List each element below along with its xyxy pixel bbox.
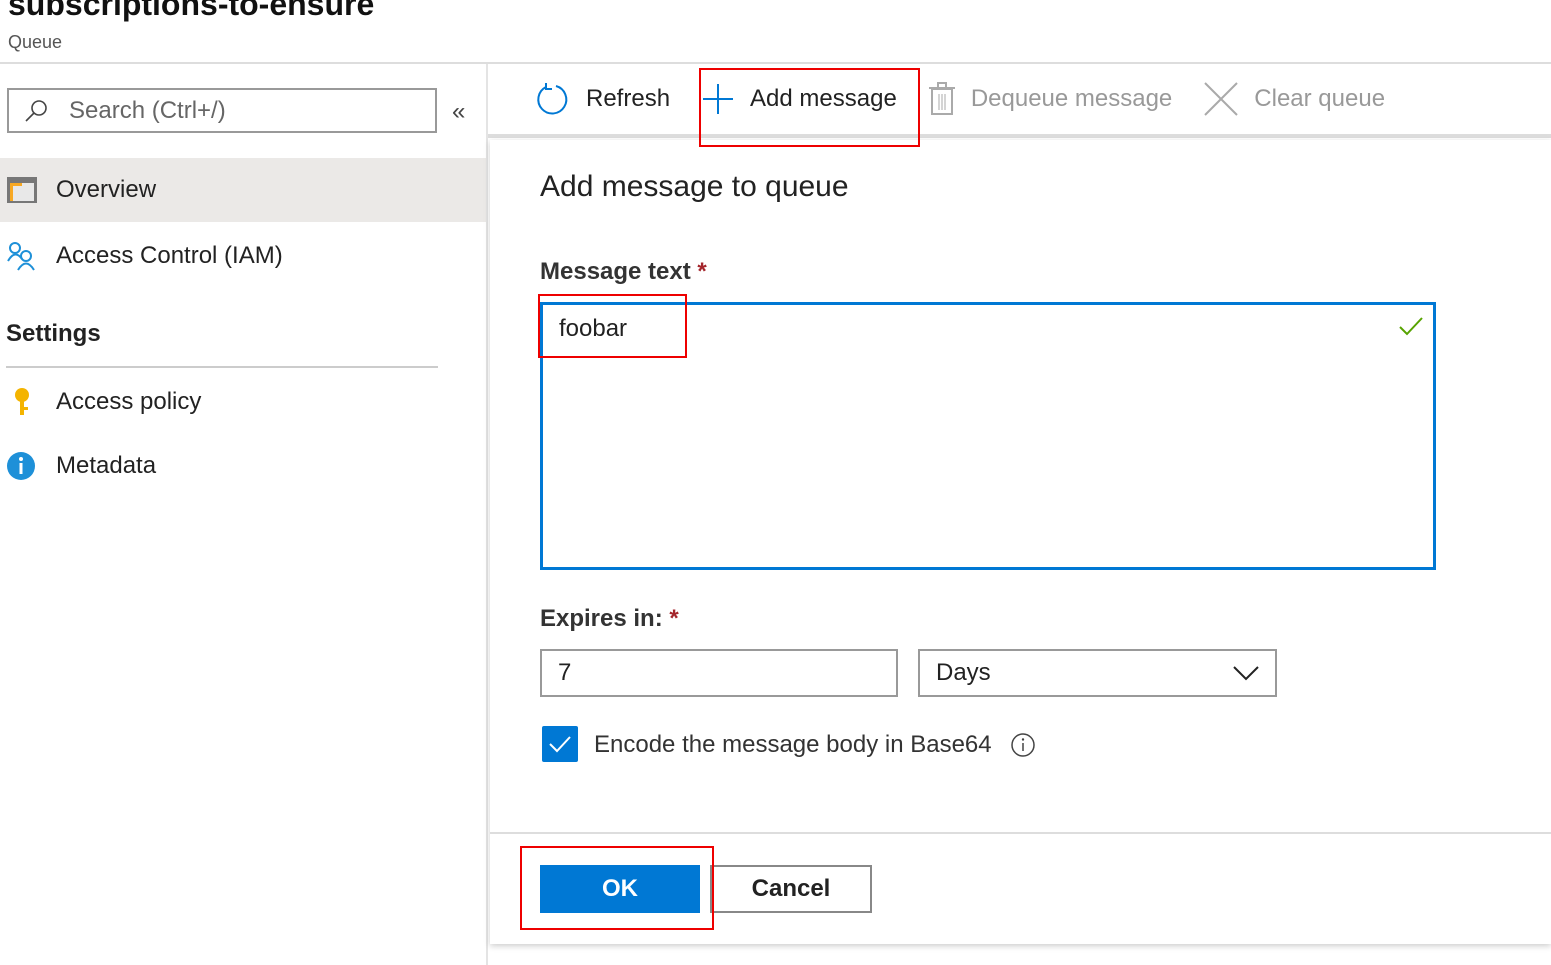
sidebar-item-label: Overview (56, 176, 157, 203)
encode-label: Encode the message body in Base64 (594, 731, 1036, 759)
checkmark-icon (549, 736, 571, 753)
divider (486, 64, 488, 965)
expires-value-input[interactable]: 7 (540, 649, 898, 697)
divider (490, 832, 1551, 834)
panel-title: Add message to queue (540, 170, 849, 203)
valid-check-icon (1399, 317, 1423, 336)
message-text-label: Message text * (540, 258, 707, 286)
page-title: subscriptions-to-ensure (8, 0, 375, 22)
cancel-button[interactable]: Cancel (710, 865, 872, 913)
label-text: Expires in: (540, 605, 663, 632)
expires-label: Expires in: * (540, 605, 679, 633)
clear-queue-button[interactable]: Clear queue (1204, 82, 1385, 116)
highlight-box (520, 846, 714, 930)
toolbar: Refresh Add message Dequeue message Clea… (488, 64, 1551, 138)
sidebar-item-label: Access Control (IAM) (56, 242, 283, 269)
search-icon (25, 99, 47, 122)
sidebar-item-overview[interactable]: Overview (0, 158, 486, 222)
highlight-box (699, 68, 920, 147)
expires-value: 7 (558, 659, 572, 686)
key-icon (6, 386, 38, 418)
collapse-sidebar-button[interactable]: « (452, 98, 465, 126)
encode-base64-checkbox[interactable] (542, 726, 578, 762)
refresh-button[interactable]: Refresh (536, 82, 670, 116)
page-subtitle: Queue (8, 32, 63, 52)
close-icon (1204, 82, 1238, 116)
info-icon (6, 450, 38, 482)
chevron-down-icon (1233, 666, 1259, 681)
required-marker: * (669, 605, 679, 632)
divider (6, 366, 438, 368)
refresh-icon (537, 83, 568, 115)
expires-unit-select[interactable]: Days (918, 649, 1277, 697)
sidebar-item-metadata[interactable]: Metadata (0, 434, 486, 498)
sidebar-item-label: Access policy (56, 388, 202, 415)
sidebar-item-access-control[interactable]: Access Control (IAM) (0, 224, 486, 288)
encode-label-text: Encode the message body in Base64 (594, 731, 992, 758)
overview-icon (6, 174, 38, 206)
unit-value: Days (936, 659, 991, 686)
clear-label: Clear queue (1254, 85, 1386, 112)
search-placeholder: Search (Ctrl+/) (69, 96, 226, 124)
required-marker: * (697, 258, 707, 285)
refresh-label: Refresh (586, 85, 671, 112)
info-icon[interactable] (1010, 732, 1036, 758)
dequeue-label: Dequeue message (970, 85, 1173, 112)
users-icon (6, 240, 38, 272)
label-text: Message text (540, 258, 691, 285)
sidebar-item-label: Metadata (56, 452, 157, 479)
trash-icon (928, 82, 955, 115)
dequeue-message-button[interactable]: Dequeue message (928, 82, 1173, 116)
highlight-box (538, 294, 687, 358)
search-input[interactable]: Search (Ctrl+/) (7, 88, 437, 133)
settings-heading: Settings (6, 320, 101, 347)
sidebar-item-access-policy[interactable]: Access policy (0, 370, 486, 434)
